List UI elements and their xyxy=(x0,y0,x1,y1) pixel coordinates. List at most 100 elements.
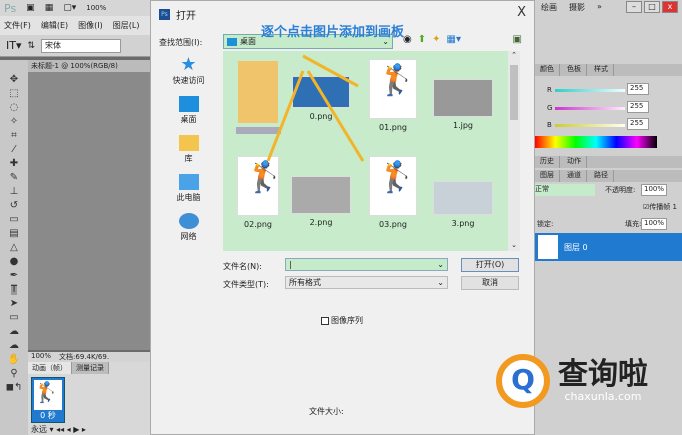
tab-paths[interactable]: 路径 xyxy=(589,170,614,182)
place-network[interactable]: 网络 xyxy=(178,213,199,242)
tab-color[interactable]: 颜色 xyxy=(535,64,560,76)
propagate-frame-checkbox[interactable]: ☑传播帧 1 xyxy=(643,202,677,212)
menu-file[interactable]: 文件(F) xyxy=(4,20,31,31)
stamp-tool-icon[interactable]: ⊥ xyxy=(10,186,19,197)
opacity-label: 不透明度: xyxy=(605,186,636,194)
file-size-label: 文件大小: xyxy=(309,407,344,416)
menu-layer[interactable]: 图层(L) xyxy=(113,20,140,31)
tab-animation[interactable]: 动画（帧） xyxy=(28,362,72,374)
blur-tool-icon[interactable]: △ xyxy=(10,242,18,253)
scroll-thumb[interactable] xyxy=(510,65,518,120)
crop-tool-icon[interactable]: ⌗ xyxy=(11,130,17,141)
view-menu-icon[interactable]: ▦▾ xyxy=(447,34,461,45)
loop-value: 永远 xyxy=(31,425,47,434)
b-value[interactable]: 255 xyxy=(627,118,649,130)
tab-history[interactable]: 历史 xyxy=(535,156,560,168)
open-button[interactable]: 打开(O) xyxy=(461,258,519,272)
path-select-icon[interactable]: ➤ xyxy=(10,298,18,309)
type-tool-icon[interactable]: T xyxy=(10,284,18,295)
eraser-tool-icon[interactable]: ▭ xyxy=(9,214,18,225)
maximize-button[interactable]: □ xyxy=(644,1,660,13)
fill-label: 填充: xyxy=(625,220,642,228)
minimize-button[interactable]: – xyxy=(626,1,642,13)
animation-frame[interactable]: 🏌 0 秒 xyxy=(31,377,65,423)
place-this-pc[interactable]: 此电脑 xyxy=(177,174,201,203)
place-quick-access[interactable]: ★ 快速访问 xyxy=(173,56,205,86)
3d-rotate-icon[interactable]: ☁ xyxy=(9,326,19,337)
propagate-label: 传播帧 1 xyxy=(649,203,677,211)
checkbox[interactable] xyxy=(321,316,329,325)
marquee-tool-icon[interactable]: ⬚ xyxy=(9,88,18,99)
frame-delay[interactable]: 0 秒 xyxy=(32,410,64,421)
color-spectrum[interactable] xyxy=(535,136,657,148)
3d-orbit-icon[interactable]: ☁ xyxy=(9,340,19,351)
r-value[interactable]: 255 xyxy=(627,83,649,95)
history-brush-icon[interactable]: ↺ xyxy=(10,200,18,211)
color-swatches-icon[interactable]: ◼↰ xyxy=(6,382,23,393)
tab-channels[interactable]: 通道 xyxy=(562,170,587,182)
cancel-button[interactable]: 取消 xyxy=(461,276,519,290)
opacity-input[interactable]: 100% xyxy=(641,184,667,196)
loop-select[interactable]: 永远 ▾ ◂◂ ◂ ▶ ▸ xyxy=(31,424,86,435)
filetype-label: 文件类型(T): xyxy=(223,280,269,289)
blend-mode-select[interactable]: 正常 xyxy=(535,184,595,196)
g-slider[interactable] xyxy=(555,107,625,110)
text-tool-icon[interactable]: IT▾ xyxy=(6,39,22,52)
new-folder-icon[interactable]: ✦ xyxy=(432,34,440,45)
b-label: B xyxy=(547,121,552,129)
eyedropper-tool-icon[interactable]: ⁄ xyxy=(13,144,15,155)
file-list-scrollbar[interactable]: ⌃ ⌄ xyxy=(508,51,520,251)
pen-tool-icon[interactable]: ✒ xyxy=(10,270,18,281)
minibridge-icon[interactable]: ▦ xyxy=(45,3,54,13)
tab-styles[interactable]: 样式 xyxy=(589,64,614,76)
dodge-tool-icon[interactable]: ● xyxy=(10,256,19,267)
tab-swatches[interactable]: 色板 xyxy=(562,64,587,76)
g-value[interactable]: 255 xyxy=(627,101,649,113)
font-family-input[interactable]: 宋体 xyxy=(41,38,122,53)
watermark: Q 查询啦 chaxunla.com xyxy=(496,345,678,417)
document-tab[interactable]: 未标题-1 @ 100%(RGB/8) xyxy=(28,60,150,72)
place-library[interactable]: 库 xyxy=(178,135,199,164)
watermark-domain: chaxunla.com xyxy=(564,389,642,403)
shape-tool-icon[interactable]: ▭ xyxy=(9,312,18,323)
menu-image[interactable]: 图像(I) xyxy=(78,20,103,31)
desktop-icon xyxy=(227,37,237,46)
close-button[interactable]: X xyxy=(517,5,526,20)
hand-tool-icon[interactable]: ✋ xyxy=(8,354,20,365)
workspace-painting[interactable]: 绘画 xyxy=(541,2,557,13)
layer-row[interactable]: 图层 0 xyxy=(535,233,682,261)
bridge-icon[interactable]: ▣ xyxy=(26,3,35,13)
image-sequence-checkbox[interactable]: 图像序列 xyxy=(321,315,363,326)
back-icon[interactable]: ◉ xyxy=(403,34,412,45)
b-slider[interactable] xyxy=(555,124,625,127)
window-close-button[interactable]: x xyxy=(662,1,678,13)
zoom-select[interactable]: 100% xyxy=(86,4,106,12)
create-folder-icon[interactable]: ▣ xyxy=(513,34,522,45)
filename-input[interactable]: | ⌄ xyxy=(285,258,448,271)
brush-tool-icon[interactable]: ✎ xyxy=(10,172,18,183)
tab-actions[interactable]: 动作 xyxy=(562,156,587,168)
move-tool-icon[interactable]: ✥ xyxy=(10,74,18,85)
tab-measurement[interactable]: 测量记录 xyxy=(72,362,109,374)
gradient-tool-icon[interactable]: ▤ xyxy=(9,228,18,239)
watermark-logo: Q xyxy=(496,354,550,408)
place-desktop[interactable]: 桌面 xyxy=(178,96,199,125)
r-slider[interactable] xyxy=(555,89,625,92)
menu-edit[interactable]: 编辑(E) xyxy=(41,20,68,31)
lasso-tool-icon[interactable]: ◌ xyxy=(10,102,19,113)
zoom-level[interactable]: 100% xyxy=(31,352,51,362)
zoom-tool-icon[interactable]: ⚲ xyxy=(10,368,17,379)
look-in-value: 桌面 xyxy=(240,37,256,46)
fill-input[interactable]: 100% xyxy=(641,218,667,230)
wand-tool-icon[interactable]: ✧ xyxy=(10,116,18,127)
document-canvas[interactable]: 未标题-1 @ 100%(RGB/8) xyxy=(28,60,150,350)
frame-thumbnail: 🏌 xyxy=(34,380,62,410)
workspace-photography[interactable]: 摄影 xyxy=(569,2,585,13)
text-orient-icon[interactable]: ⇅ xyxy=(28,41,36,51)
filetype-select[interactable]: 所有格式 ⌄ xyxy=(285,276,448,289)
heal-tool-icon[interactable]: ✚ xyxy=(10,158,18,169)
up-folder-icon[interactable]: ⬆ xyxy=(418,34,426,45)
tab-layers[interactable]: 图层 xyxy=(535,170,560,182)
more-workspaces[interactable]: » xyxy=(597,2,602,13)
arrange-icon[interactable]: ▢▾ xyxy=(63,3,76,13)
